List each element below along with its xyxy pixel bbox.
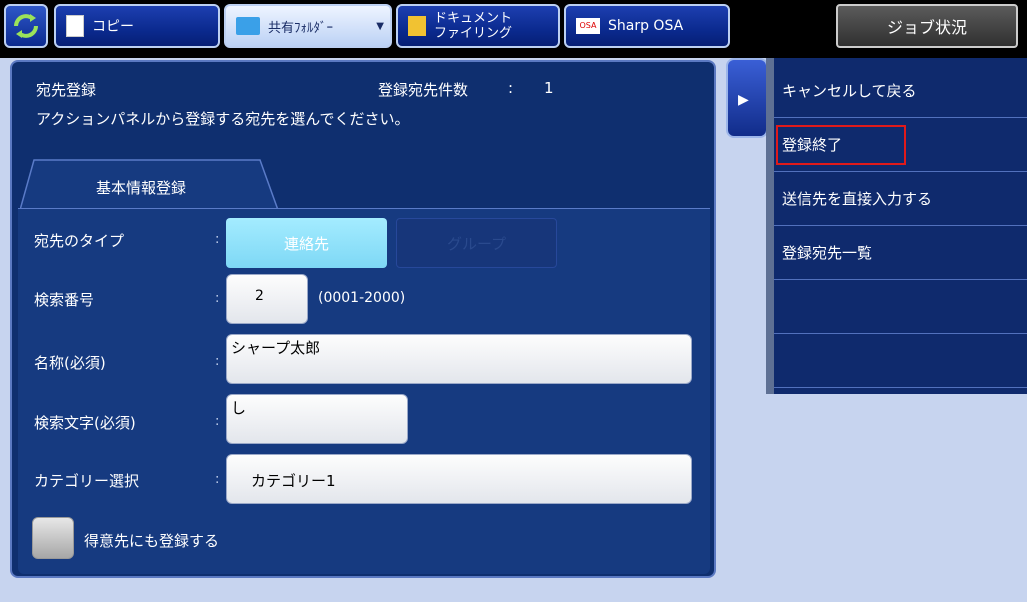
tab-sharp-osa[interactable]: OSA Sharp OSA (564, 4, 730, 48)
tab-sharp-osa-label: Sharp OSA (608, 18, 684, 34)
tab-basic-info[interactable]: 基本情報登録 (96, 177, 186, 198)
colon: : (215, 472, 220, 487)
search-char-label: 検索文字(必須) (34, 414, 136, 432)
chevron-down-icon: ▼ (376, 20, 384, 32)
address-type-label: 宛先のタイプ (34, 232, 125, 250)
top-bar: コピー 共有ﾌｫﾙﾀﾞｰ ▼ ドキュメント ファイリング OSA Sharp O… (0, 0, 1027, 58)
refresh-icon (14, 14, 38, 38)
registered-count-colon: : (508, 79, 514, 97)
tab-document-filing[interactable]: ドキュメント ファイリング (396, 4, 560, 48)
cancel-return-action[interactable]: キャンセルして戻る (774, 64, 1027, 118)
tab-copy[interactable]: コピー (54, 4, 220, 48)
registered-count-value: 1 (544, 79, 554, 97)
search-char-field[interactable]: し (226, 394, 408, 444)
tab-shared-folder-label: 共有ﾌｫﾙﾀﾞｰ (268, 20, 334, 36)
instruction-text: アクションパネルから登録する宛先を選んでください。 (36, 110, 410, 128)
tab-document-filing-label: ドキュメント ファイリング (434, 11, 513, 41)
search-char-value: し (231, 399, 247, 417)
category-select[interactable]: カテゴリー1 (226, 454, 692, 504)
tab-copy-label: コピー (92, 19, 134, 35)
colon: : (215, 354, 220, 369)
direct-entry-action[interactable]: 送信先を直接入力する (774, 172, 1027, 226)
empty-action-5[interactable] (774, 280, 1027, 334)
home-button[interactable] (4, 4, 48, 48)
colon: : (215, 232, 220, 247)
job-status-button[interactable]: ジョブ状況 (836, 4, 1018, 48)
favorite-label: 得意先にも登録する (84, 532, 220, 550)
address-registration-panel: 宛先登録 登録宛先件数 : 1 アクションパネルから登録する宛先を選んでください… (10, 60, 716, 578)
group-type-button[interactable]: グループ (396, 218, 557, 268)
search-number-value: 2 (255, 288, 264, 304)
play-icon: ▶ (738, 92, 749, 108)
folder-icon (236, 17, 260, 35)
contact-type-button[interactable]: 連絡先 (226, 218, 387, 268)
category-value: カテゴリー1 (251, 472, 336, 490)
tab-shared-folder[interactable]: 共有ﾌｫﾙﾀﾞｰ ▼ (224, 4, 392, 48)
search-number-range: (0001-2000) (318, 290, 406, 306)
page-title: 宛先登録 (36, 81, 97, 99)
copy-icon (66, 15, 84, 37)
document-filing-icon (408, 16, 426, 36)
name-field[interactable]: シャープ太郎 (226, 334, 692, 384)
empty-action-6[interactable] (774, 334, 1027, 388)
colon: : (215, 291, 220, 306)
highlight-box (776, 125, 906, 165)
search-number-field[interactable]: 2 (226, 274, 308, 324)
category-label: カテゴリー選択 (34, 472, 140, 490)
registered-count-label: 登録宛先件数 (378, 81, 469, 99)
colon: : (215, 414, 220, 429)
search-number-label: 検索番号 (34, 291, 95, 309)
favorite-checkbox[interactable] (32, 517, 74, 559)
name-label: 名称(必須) (34, 354, 106, 372)
osa-icon: OSA (576, 18, 600, 34)
action-panel: キャンセルして戻る 登録終了 送信先を直接入力する 登録宛先一覧 (766, 58, 1027, 394)
name-value: シャープ太郎 (231, 339, 321, 357)
action-panel-toggle[interactable]: ▶ (726, 58, 768, 138)
registered-list-action[interactable]: 登録宛先一覧 (774, 226, 1027, 280)
